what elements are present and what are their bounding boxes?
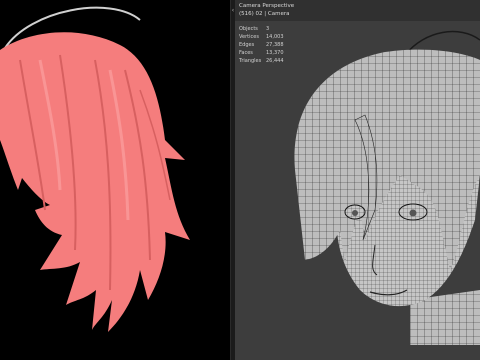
stat-row: Objects 3 xyxy=(239,25,296,33)
stat-label: Edges xyxy=(239,42,255,48)
stat-value: 27,388 xyxy=(266,42,284,48)
stat-label: Triangles xyxy=(239,58,262,64)
stat-label: Vertices xyxy=(239,34,259,40)
wire-pupil xyxy=(352,210,358,216)
stat-label: Faces xyxy=(239,50,253,56)
camera-label: Camera Perspective xyxy=(239,3,295,9)
hair-mass xyxy=(0,32,190,333)
viewport-header: Camera Perspective (516) 02 | Camera xyxy=(235,0,480,21)
stat-row: Faces 13,370 xyxy=(239,49,296,57)
stat-value: 14,003 xyxy=(266,34,284,40)
wire-pupil xyxy=(409,209,417,217)
stat-row: Triangles 26,444 xyxy=(239,57,296,65)
right-viewport[interactable]: Camera Perspective (516) 02 | Camera Obj… xyxy=(235,0,480,360)
stat-value: 26,444 xyxy=(266,58,284,64)
stat-row: Edges 27,388 xyxy=(239,41,296,49)
hair-render xyxy=(0,6,190,333)
scene-label: (516) 02 | Camera xyxy=(239,11,290,17)
stat-label: Objects xyxy=(239,26,258,32)
stat-row: Vertices 14,003 xyxy=(239,33,296,41)
stat-value: 13,370 xyxy=(266,50,284,56)
left-viewport[interactable] xyxy=(0,0,230,360)
stat-value: 3 xyxy=(266,26,270,32)
scene-stats: Objects 3 Vertices 14,003 Edges 27,388 F… xyxy=(239,25,296,65)
